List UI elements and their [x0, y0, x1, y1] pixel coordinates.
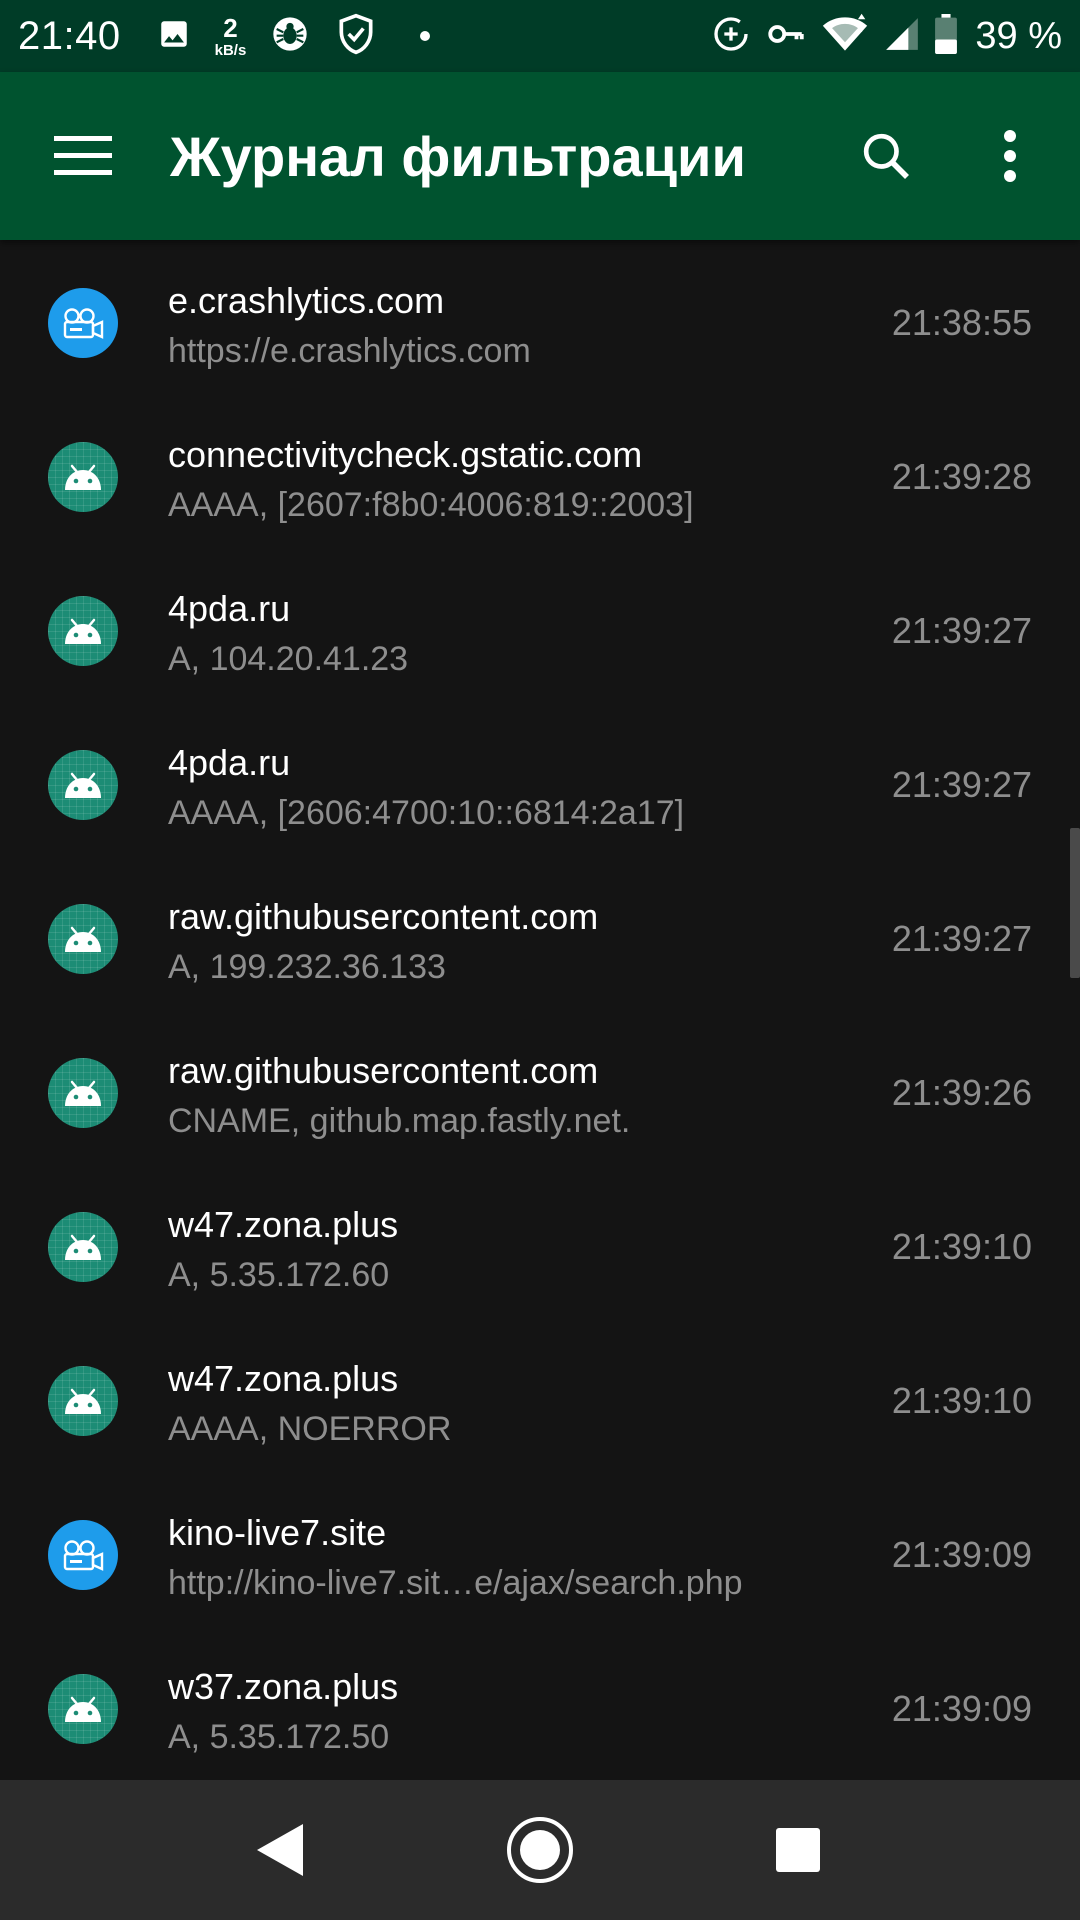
- log-time: 21:39:26: [891, 1072, 1032, 1113]
- log-time: 21:38:55: [891, 302, 1032, 343]
- android-icon: [48, 442, 118, 512]
- recents-button[interactable]: [738, 1790, 858, 1910]
- log-domain: 4pda.ru: [168, 588, 291, 629]
- speed-value: 2: [223, 12, 238, 43]
- log-detail: A, 5.35.172.60: [168, 1256, 390, 1294]
- dr-web-icon: [270, 14, 310, 59]
- log-row[interactable]: e.crashlytics.com https://e.crashlytics.c…: [0, 240, 1080, 394]
- log-time: 21:39:27: [891, 610, 1032, 651]
- log-detail: https://e.crashlytics.com: [168, 332, 531, 370]
- app-bar: Журнал фильтрации: [0, 72, 1080, 240]
- log-time: 21:39:09: [891, 1688, 1032, 1729]
- log-domain: raw.githubusercontent.com: [168, 1050, 599, 1091]
- log-row[interactable]: raw.githubusercontent.com A, 199.232.36.1…: [0, 856, 1080, 1010]
- log-detail: A, 104.20.41.23: [168, 640, 409, 678]
- shield-check-icon: [334, 12, 378, 61]
- filter-log-list[interactable]: e.crashlytics.com https://e.crashlytics.c…: [0, 240, 1080, 1780]
- back-icon: [257, 1824, 303, 1876]
- speed-icon: 2 kB/s: [215, 15, 247, 58]
- battery-icon: [935, 13, 958, 59]
- dot-icon: [420, 31, 431, 41]
- search-button[interactable]: [844, 114, 928, 198]
- back-button[interactable]: [220, 1790, 340, 1910]
- log-row[interactable]: 4pda.ru A, 104.20.41.23 21:39:27: [0, 548, 1080, 702]
- menu-icon: [54, 136, 112, 175]
- more-vert-icon: [1004, 130, 1016, 182]
- status-bar: 21:40 2 kB/s 39 %: [0, 0, 1080, 72]
- wifi-icon: [821, 13, 869, 60]
- recents-icon: [776, 1828, 820, 1872]
- home-icon: [507, 1817, 573, 1883]
- android-icon: [48, 1366, 118, 1436]
- scrollbar[interactable]: [1070, 828, 1080, 978]
- page-title: Журнал фильтрации: [170, 124, 746, 188]
- battery-percent: 39 %: [975, 14, 1062, 57]
- status-time: 21:40: [18, 13, 121, 58]
- android-icon: [48, 904, 118, 974]
- log-detail: AAAA, [2606:4700:10::6814:2a17]: [168, 794, 685, 832]
- log-domain: w37.zona.plus: [168, 1666, 399, 1707]
- log-detail: CNAME, github.map.fastly.net.: [168, 1102, 631, 1140]
- log-domain: w47.zona.plus: [168, 1358, 399, 1399]
- log-row[interactable]: w47.zona.plus AAAA, NOERROR 21:39:10: [0, 1318, 1080, 1472]
- log-time: 21:39:28: [891, 456, 1032, 497]
- log-time: 21:39:27: [891, 918, 1032, 959]
- navigation-bar: [0, 1780, 1080, 1920]
- log-row[interactable]: connectivitycheck.gstatic.com AAAA, [2607…: [0, 394, 1080, 548]
- video-app-icon: [48, 1520, 118, 1590]
- android-icon: [48, 596, 118, 666]
- log-detail: AAAA, [2607:f8b0:4006:819::2003]: [168, 486, 694, 524]
- video-app-icon: [48, 288, 118, 358]
- log-detail: AAAA, NOERROR: [168, 1410, 452, 1448]
- log-time: 21:39:27: [891, 764, 1032, 805]
- image-icon: [157, 17, 191, 56]
- log-row[interactable]: raw.githubusercontent.com CNAME, github.m…: [0, 1010, 1080, 1164]
- status-system-icons: 39 %: [711, 13, 1062, 60]
- log-detail: A, 5.35.172.50: [168, 1718, 390, 1756]
- android-icon: [48, 1212, 118, 1282]
- log-domain: connectivitycheck.gstatic.com: [168, 434, 643, 475]
- data-saver-icon: [711, 14, 751, 59]
- android-icon: [48, 1058, 118, 1128]
- log-domain: w47.zona.plus: [168, 1204, 399, 1245]
- home-button[interactable]: [480, 1790, 600, 1910]
- log-time: 21:39:09: [891, 1534, 1032, 1575]
- log-time: 21:39:10: [891, 1380, 1032, 1421]
- log-domain: raw.githubusercontent.com: [168, 896, 599, 937]
- log-row[interactable]: kino-live7.site http://kino-live7.sit…e/a…: [0, 1472, 1080, 1626]
- menu-button[interactable]: [42, 114, 126, 198]
- log-detail: A, 199.232.36.133: [168, 948, 446, 986]
- log-domain: 4pda.ru: [168, 742, 291, 783]
- android-icon: [48, 1674, 118, 1744]
- log-row[interactable]: 4pda.ruAAAA, [2606:4700:10::6814:2a17] 21…: [0, 702, 1080, 856]
- log-time: 21:39:10: [891, 1226, 1032, 1267]
- search-icon: [863, 133, 909, 179]
- log-domain: kino-live7.site: [168, 1512, 387, 1553]
- log-row[interactable]: w37.zona.plus A, 5.35.172.50 21:39:09: [0, 1626, 1080, 1780]
- signal-icon: [883, 15, 921, 58]
- status-notification-icons: 2 kB/s: [157, 12, 431, 61]
- log-detail: http://kino-live7.sit…e/ajax/search.php: [168, 1564, 743, 1602]
- vpn-key-icon: [765, 13, 807, 60]
- speed-unit: kB/s: [214, 41, 247, 59]
- screen: 21:40 2 kB/s 39 % Журнал фильтрации e.cr…: [0, 0, 1080, 1920]
- more-options-button[interactable]: [968, 114, 1052, 198]
- log-row[interactable]: w47.zona.plus A, 5.35.172.60 21:39:10: [0, 1164, 1080, 1318]
- log-domain: e.crashlytics.com: [168, 280, 445, 321]
- android-icon: [48, 750, 118, 820]
